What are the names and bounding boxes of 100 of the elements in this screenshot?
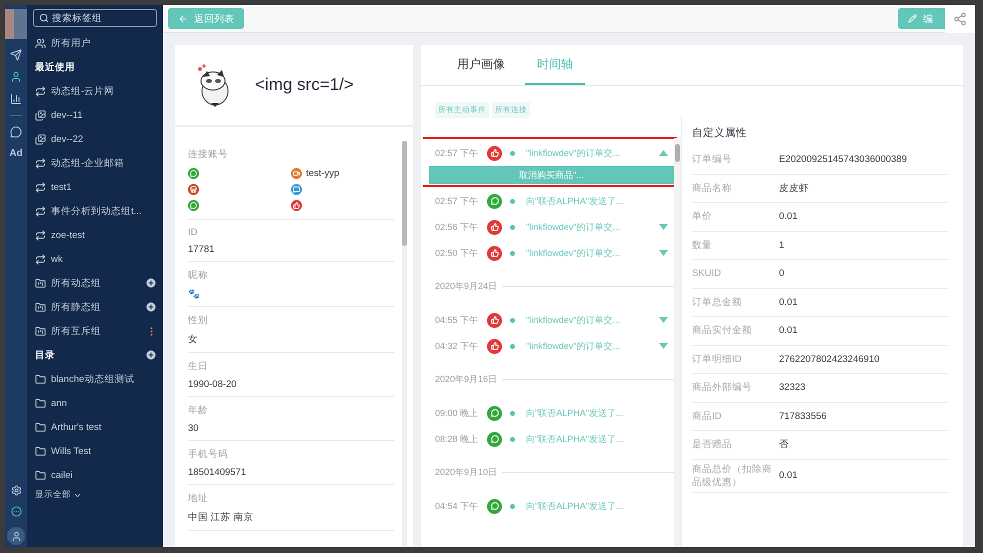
show-all-link[interactable]: 显示全部 xyxy=(33,487,157,503)
attribute-label: 商品实付金额 xyxy=(692,324,753,338)
timeline-dot xyxy=(510,436,515,442)
thumbs-up-icon xyxy=(487,220,502,234)
sidebar-item[interactable]: Arthur's test xyxy=(51,422,102,432)
field-value: 女 xyxy=(188,333,199,346)
add-icon[interactable] xyxy=(145,277,157,289)
timeline-dot xyxy=(510,410,515,416)
video-icon xyxy=(291,168,302,178)
attribute-label: 是否赠品 xyxy=(692,438,733,452)
field-label: 手机号码 xyxy=(188,448,229,461)
folder-icon xyxy=(35,326,46,336)
field-label: 生日 xyxy=(188,360,209,373)
timeline-dot xyxy=(510,150,515,156)
date-heading: 2020年9月16日 xyxy=(435,373,498,386)
wechat-icon xyxy=(487,194,502,208)
folder-icon xyxy=(35,470,46,480)
event-time: 09:00 晚上 xyxy=(435,406,480,420)
attribute-value: 2762207802423246910 xyxy=(779,354,880,365)
sidebar-item[interactable]: 动态组-云片网 xyxy=(51,84,114,98)
send-icon[interactable] xyxy=(10,49,22,61)
field-value: 18501409571 xyxy=(188,467,248,478)
event-time: 04:55 下午 xyxy=(435,314,480,326)
section-header: 最近使用 xyxy=(35,60,75,74)
timeline-dot xyxy=(510,344,515,348)
settings-icon[interactable] xyxy=(10,485,22,496)
sidebar-item[interactable]: blanche动态组测试 xyxy=(51,372,134,386)
shop-icon xyxy=(188,184,199,194)
chat-icon[interactable] xyxy=(10,506,22,517)
field-label: 性别 xyxy=(188,314,209,327)
message-icon xyxy=(291,184,302,194)
field-label: 年龄 xyxy=(188,404,209,417)
field-label: ID xyxy=(188,227,198,238)
event-time: 02:57 下午 xyxy=(435,194,480,208)
attribute-value: 否 xyxy=(779,438,790,452)
field-label: 昵称 xyxy=(188,269,209,282)
field-value: 17781 xyxy=(188,244,216,255)
arrow-left-icon xyxy=(178,14,188,24)
folder-icon xyxy=(35,446,46,456)
thumbs-up-icon xyxy=(487,146,502,160)
sidebar-item[interactable]: zoe-test xyxy=(51,230,85,240)
folder-icon xyxy=(35,278,46,288)
image-stack-icon xyxy=(35,110,46,120)
attribute-value: 0.01 xyxy=(779,211,798,222)
field-label: 地址 xyxy=(188,492,209,505)
thumbs-up-icon xyxy=(487,312,502,328)
sidebar-item[interactable]: 所有动态组 xyxy=(51,276,101,290)
attribute-label: 商品名称 xyxy=(692,182,733,195)
thumbs-up-icon xyxy=(487,338,502,354)
wechat-icon xyxy=(487,406,502,420)
sidebar-item[interactable]: 所有用户 xyxy=(51,36,91,50)
attribute-value: 32323 xyxy=(779,382,806,394)
wechat-icon xyxy=(487,432,502,446)
sidebar-item[interactable]: dev--22 xyxy=(51,134,84,144)
sidebar-item[interactable]: ann xyxy=(51,398,67,408)
event-time: 04:32 下午 xyxy=(435,340,480,352)
sidebar-item[interactable]: Wills Test xyxy=(51,446,91,456)
wechat-icon xyxy=(188,168,199,178)
sidebar-item[interactable]: 所有静态组 xyxy=(51,300,101,314)
repeat-icon xyxy=(35,254,46,264)
sidebar-item[interactable]: dev--11 xyxy=(51,110,83,120)
attribute-value: 1 xyxy=(779,240,786,251)
folder-icon xyxy=(35,302,46,312)
repeat-icon xyxy=(35,86,46,96)
sidebar-item[interactable]: cailei xyxy=(51,470,73,480)
repeat-icon xyxy=(35,182,46,192)
timeline-dot xyxy=(510,504,515,508)
chat-bubbles-icon[interactable] xyxy=(10,126,22,138)
pencil-icon xyxy=(908,14,917,23)
timeline-dot xyxy=(510,224,515,230)
sidebar-item[interactable]: 事件分析到动态组t... xyxy=(51,204,142,218)
repeat-icon xyxy=(35,230,46,240)
attribute-label: 商品ID xyxy=(692,410,722,423)
attribute-value: 0.01 xyxy=(779,296,798,308)
tab[interactable]: 用户画像 xyxy=(445,45,517,85)
bar-chart-icon[interactable] xyxy=(10,93,22,105)
attribute-label: 单价 xyxy=(692,210,713,224)
event-time: 04:54 下午 xyxy=(435,500,480,512)
sidebar-item[interactable]: wk xyxy=(51,254,63,264)
attribute-label: 商品总价（扣除商品级优惠） xyxy=(692,462,773,488)
user-name: <img src=1/> xyxy=(255,75,354,95)
timeline-dot xyxy=(510,198,515,204)
wechat-icon xyxy=(188,200,199,210)
add-icon[interactable] xyxy=(145,301,157,313)
add-icon[interactable] xyxy=(145,349,157,361)
timeline-dot xyxy=(510,250,515,256)
search-field[interactable]: 搜索标签组 xyxy=(33,9,157,27)
wechat-icon xyxy=(487,498,502,514)
folder-icon xyxy=(35,422,46,432)
user-icon[interactable] xyxy=(10,71,22,83)
thumbs-up-icon xyxy=(291,200,302,210)
sidebar-item[interactable]: test1 xyxy=(51,182,72,192)
ad-label[interactable]: Ad xyxy=(9,148,23,159)
sidebar-item[interactable]: 动态组-企业邮箱 xyxy=(51,156,124,170)
sidebar-item[interactable]: 所有互斥组 xyxy=(51,324,101,338)
date-heading: 2020年9月10日 xyxy=(435,466,498,479)
attribute-label: 订单编号 xyxy=(692,153,733,166)
attribute-label: 订单总金额 xyxy=(692,296,743,309)
share-icon[interactable] xyxy=(953,12,967,26)
field-value: 中国 江苏 南京 xyxy=(188,511,254,524)
